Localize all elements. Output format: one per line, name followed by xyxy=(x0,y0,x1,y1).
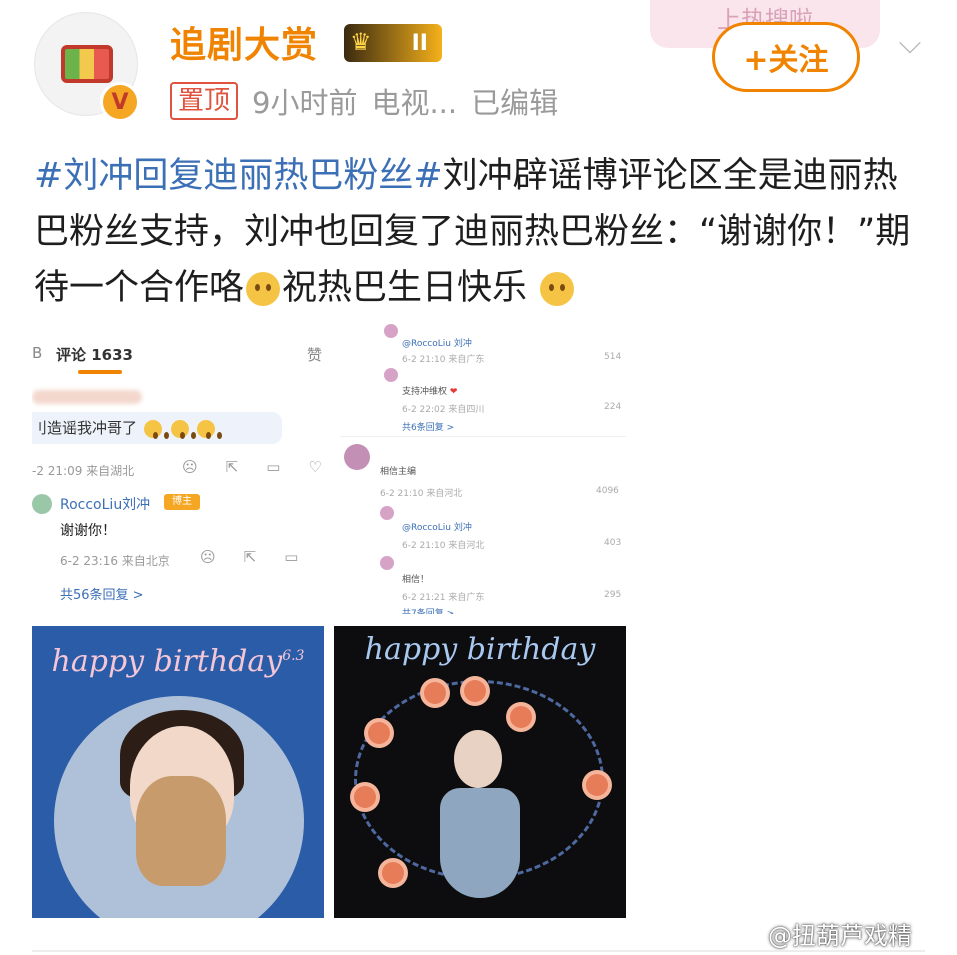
chevron-down-icon[interactable]: ⌵ xyxy=(890,26,930,61)
blurred-username xyxy=(32,390,142,404)
person-face xyxy=(454,730,502,788)
flower-icon xyxy=(464,680,486,702)
comment-text: 支持冲维权 ❤ xyxy=(402,384,457,397)
comment-meta: -2 21:09 来自湖北 xyxy=(32,464,135,478)
edited-label[interactable]: 已编辑 xyxy=(471,80,558,122)
comment-actions: ☹ ⇱ ▭ ♡ xyxy=(182,458,322,476)
birthday-title-text: happy birthday xyxy=(51,644,283,679)
like-icon: ♡ xyxy=(308,458,322,476)
reply-actions: ☹ ⇱ ▭ xyxy=(200,548,298,566)
author-badge: 博主 xyxy=(164,494,200,510)
post-image-1[interactable]: B 评论 1633 赞 刂造谣我冲哥了 -2 21:09 来自湖北 ☹ ⇱ ▭ … xyxy=(32,322,324,614)
share-icon: ⇱ xyxy=(225,458,239,476)
pleading-face-icon xyxy=(246,272,281,306)
flower-icon xyxy=(368,722,390,744)
pleading-face-icon xyxy=(197,419,216,439)
dislike-icon: ☹ xyxy=(200,548,216,566)
post-image-4[interactable]: happy birthday xyxy=(334,626,626,918)
post-text: #刘冲回复迪丽热巴粉丝#刘冲辟谣博评论区全是迪丽热巴粉丝支持，刘冲也回复了迪丽热… xyxy=(34,148,924,316)
comment-icon: ▭ xyxy=(284,548,299,566)
comment-count-tab: 评论 1633 xyxy=(56,346,133,364)
reply-meta: 6-2 23:16 来自北京 xyxy=(60,554,170,568)
mention-text: @RoccoLiu 刘冲 xyxy=(402,339,472,349)
author-reply: RoccoLiu刘冲 博主 谢谢你！ 6-2 23:16 来自北京 ☹ ⇱ ▭ … xyxy=(32,490,324,610)
tab-prefix: B xyxy=(32,344,43,362)
comment-meta: 6-2 21:10 来自河北 xyxy=(380,489,463,499)
watermark: @扭葫芦戏精 xyxy=(768,922,912,950)
vip-badge[interactable]: ♛ II xyxy=(344,24,442,62)
like-count: 403 xyxy=(604,538,622,548)
dog-figure xyxy=(136,776,226,886)
heart-icon: ❤ xyxy=(449,387,458,397)
verified-badge-icon: V xyxy=(100,82,140,122)
username[interactable]: 追剧大赏 xyxy=(170,16,318,68)
pleading-face-icon xyxy=(143,419,162,439)
comment-bubble: 刂造谣我冲哥了 xyxy=(32,412,282,444)
commenter-avatar xyxy=(384,324,398,338)
flower-icon xyxy=(382,862,404,884)
more-replies-link: 共6条回复 > xyxy=(402,423,455,433)
commenter-avatar xyxy=(344,444,370,470)
post-body-2: 祝热巴生日快乐 xyxy=(282,268,528,308)
comment-meta: 6-2 21:10 来自广东 xyxy=(402,355,485,365)
commenter-avatar xyxy=(380,506,394,520)
flower-icon xyxy=(354,786,376,808)
more-replies-link: 共56条回复 > xyxy=(60,588,144,603)
follow-button[interactable]: +关注 xyxy=(712,22,860,92)
comment-text: 刂造谣我冲哥了 xyxy=(32,419,138,437)
post-image-2[interactable]: @RoccoLiu 刘冲 6-2 21:10 来自广东 514 支持冲维权 ❤ … xyxy=(340,322,626,614)
commenter-avatar xyxy=(384,368,398,382)
divider xyxy=(32,950,925,952)
comment-meta: 6-2 21:21 来自广东 xyxy=(402,593,485,603)
comment-meta: 6-2 22:02 来自四川 xyxy=(402,405,485,415)
share-icon: ⇱ xyxy=(243,548,257,566)
flower-icon xyxy=(424,682,446,704)
like-count: 4096 xyxy=(596,486,619,496)
like-count: 514 xyxy=(604,352,622,362)
like-tab: 赞 xyxy=(306,346,322,364)
topic-link[interactable]: #刘冲回复迪丽热巴粉丝# xyxy=(34,156,443,196)
like-count: 224 xyxy=(604,402,622,412)
divider xyxy=(340,436,626,437)
comment-text: 相信主编 xyxy=(380,467,417,477)
comment-text: 相信！ xyxy=(402,575,430,585)
like-count: 295 xyxy=(604,590,622,600)
more-replies-link: 共7条回复 > xyxy=(402,609,455,614)
birthday-date: 6.3 xyxy=(282,648,305,664)
commenter-avatar xyxy=(380,556,394,570)
birthday-title: happy birthday xyxy=(364,632,596,667)
comment-text-value: 支持冲维权 xyxy=(402,387,448,397)
post-source[interactable]: 电视... xyxy=(371,80,457,122)
birthday-title: happy birthday6.3 xyxy=(32,644,324,679)
person-dress xyxy=(440,788,520,898)
pinned-badge: 置顶 xyxy=(170,82,239,120)
reply-avatar xyxy=(32,494,52,514)
reply-username: RoccoLiu刘冲 xyxy=(60,497,151,513)
flower-icon xyxy=(586,774,608,796)
vip-level: II xyxy=(411,30,428,56)
comment-meta: 6-2 21:10 来自河北 xyxy=(402,541,485,551)
tv-logo-icon xyxy=(61,45,113,83)
pleading-face-icon xyxy=(540,272,575,306)
flower-icon xyxy=(510,706,532,728)
tab-indicator xyxy=(78,370,122,374)
comment-icon: ▭ xyxy=(266,458,281,476)
crown-icon: ♛ xyxy=(350,28,372,56)
post-time: 9小时前 xyxy=(252,86,358,120)
post-image-3[interactable]: happy birthday6.3 xyxy=(32,626,324,918)
reply-text: 谢谢你！ xyxy=(60,523,116,539)
mention-text: @RoccoLiu 刘冲 xyxy=(402,523,472,533)
dislike-icon: ☹ xyxy=(182,458,198,476)
pleading-face-icon xyxy=(170,419,189,439)
post-meta: 置顶 9小时前 电视... 已编辑 xyxy=(170,80,558,122)
